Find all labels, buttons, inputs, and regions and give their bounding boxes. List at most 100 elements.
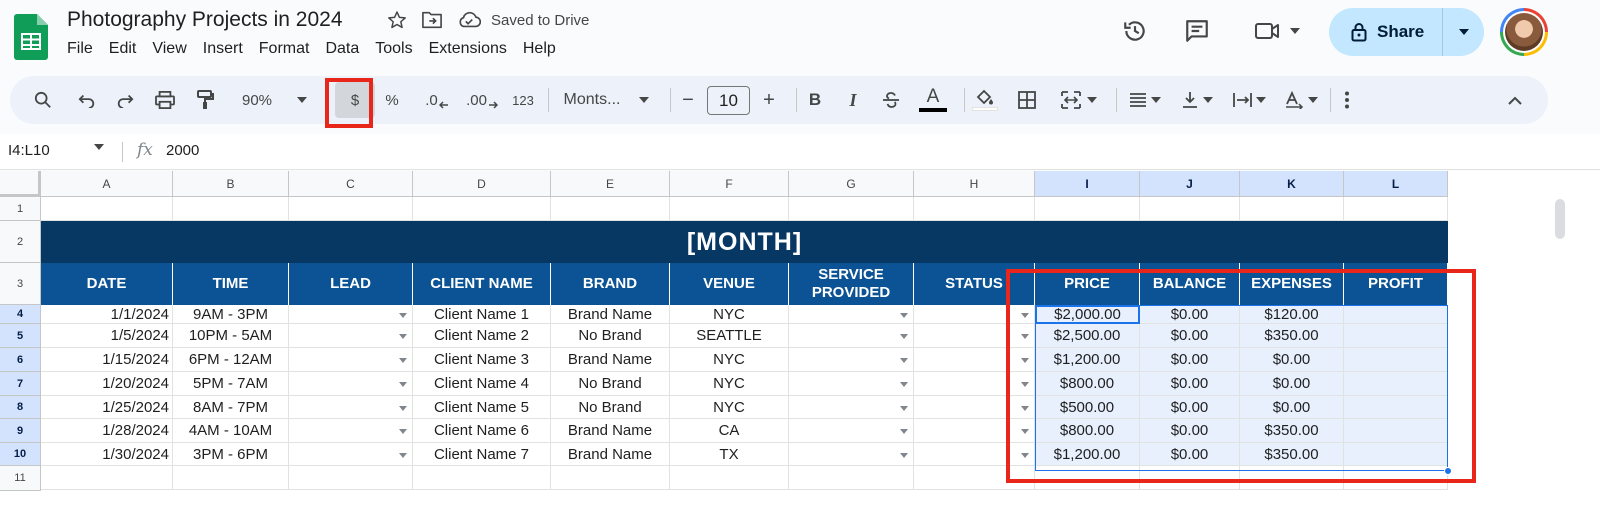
- data-cell[interactable]: 1/5/2024: [41, 324, 173, 348]
- dropdown-chevron-icon[interactable]: [900, 334, 908, 339]
- data-cell[interactable]: Client Name 4: [413, 372, 551, 396]
- data-cell[interactable]: [289, 305, 413, 324]
- data-cell[interactable]: 1/28/2024: [41, 419, 173, 443]
- data-cell[interactable]: $0.00: [1240, 396, 1344, 419]
- data-cell[interactable]: Client Name 7: [413, 443, 551, 466]
- data-cell[interactable]: $0.00: [1140, 348, 1240, 372]
- share-dropdown-icon[interactable]: [1443, 29, 1484, 35]
- data-cell[interactable]: $0.00: [1240, 348, 1344, 372]
- data-cell[interactable]: $500.00: [1035, 396, 1140, 419]
- star-icon[interactable]: [387, 10, 407, 30]
- table-header-cell[interactable]: TIME: [173, 263, 289, 305]
- data-cell[interactable]: [1344, 372, 1448, 396]
- row-header-1[interactable]: 1: [0, 197, 41, 221]
- font-size-input[interactable]: 10: [707, 86, 750, 115]
- data-cell[interactable]: [289, 396, 413, 419]
- menu-insert[interactable]: Insert: [195, 40, 251, 58]
- menu-format[interactable]: Format: [251, 40, 318, 58]
- table-header-cell[interactable]: LEAD: [289, 263, 413, 305]
- column-header-c[interactable]: C: [289, 171, 413, 197]
- data-cell[interactable]: Client Name 3: [413, 348, 551, 372]
- table-header-cell[interactable]: EXPENSES: [1240, 263, 1344, 305]
- menu-data[interactable]: Data: [317, 40, 367, 58]
- data-cell[interactable]: NYC: [670, 348, 789, 372]
- row-header-2[interactable]: 2: [0, 221, 41, 263]
- data-cell[interactable]: [914, 419, 1035, 443]
- dropdown-chevron-icon[interactable]: [900, 312, 908, 318]
- data-cell[interactable]: Brand Name: [551, 305, 670, 324]
- empty-cell[interactable]: [173, 466, 289, 490]
- data-cell[interactable]: 1/1/2024: [41, 305, 173, 324]
- data-cell[interactable]: $0.00: [1240, 372, 1344, 396]
- fill-handle[interactable]: [1444, 467, 1452, 475]
- data-cell[interactable]: $350.00: [1240, 419, 1344, 443]
- table-header-cell[interactable]: STATUS: [914, 263, 1035, 305]
- data-cell[interactable]: $0.00: [1140, 324, 1240, 348]
- data-cell[interactable]: $800.00: [1035, 419, 1140, 443]
- dropdown-chevron-icon[interactable]: [399, 334, 407, 339]
- data-cell[interactable]: 8AM - 7PM: [173, 396, 289, 419]
- empty-cell[interactable]: [1344, 466, 1448, 490]
- column-header-g[interactable]: G: [789, 171, 914, 197]
- data-cell[interactable]: Brand Name: [551, 419, 670, 443]
- data-cell[interactable]: 1/20/2024: [41, 372, 173, 396]
- data-cell[interactable]: [789, 324, 914, 348]
- data-cell[interactable]: [914, 305, 1035, 324]
- spreadsheet-grid[interactable]: A B C D E F G H I J K L 1 2 3 4 5 6 7 8 9 10 11 DATE TIME LEAD CLI…: [0, 171, 1600, 506]
- column-header-j[interactable]: J: [1140, 171, 1240, 197]
- font-dropdown-icon[interactable]: [636, 76, 652, 124]
- empty-cell[interactable]: [914, 466, 1035, 490]
- column-header-k[interactable]: K: [1240, 171, 1344, 197]
- formula-input[interactable]: 2000: [166, 142, 199, 159]
- name-box[interactable]: I4:L10: [8, 142, 50, 159]
- data-cell[interactable]: Client Name 5: [413, 396, 551, 419]
- text-color-button[interactable]: A: [918, 76, 948, 124]
- data-cell[interactable]: [789, 348, 914, 372]
- column-header-d[interactable]: D: [413, 171, 551, 197]
- name-box-dropdown-icon[interactable]: [94, 144, 104, 150]
- decrease-decimal-button[interactable]: .0: [420, 76, 454, 124]
- data-cell[interactable]: [914, 324, 1035, 348]
- dropdown-chevron-icon[interactable]: [399, 382, 407, 387]
- data-cell[interactable]: CA: [670, 419, 789, 443]
- empty-cell[interactable]: [289, 197, 413, 221]
- empty-cell[interactable]: [1344, 197, 1448, 221]
- select-all-corner[interactable]: [0, 171, 41, 197]
- dropdown-chevron-icon[interactable]: [1021, 429, 1029, 434]
- row-header-3[interactable]: 3: [0, 263, 41, 305]
- empty-cell[interactable]: [413, 466, 551, 490]
- dropdown-chevron-icon[interactable]: [900, 452, 908, 458]
- data-cell[interactable]: [1344, 348, 1448, 372]
- table-header-cell[interactable]: SERVICE PROVIDED: [789, 263, 914, 305]
- table-header-cell[interactable]: PRICE: [1035, 263, 1140, 305]
- row-header-8[interactable]: 8: [0, 396, 41, 419]
- empty-cell[interactable]: [1240, 466, 1344, 490]
- more-formats-button[interactable]: 123: [506, 76, 540, 124]
- zoom-select[interactable]: 90%: [234, 76, 280, 124]
- horizontal-align-icon[interactable]: [1122, 76, 1168, 124]
- empty-cell[interactable]: [914, 197, 1035, 221]
- data-cell[interactable]: [1344, 324, 1448, 348]
- empty-cell[interactable]: [670, 466, 789, 490]
- data-cell[interactable]: $350.00: [1240, 324, 1344, 348]
- data-cell[interactable]: 1/25/2024: [41, 396, 173, 419]
- column-header-b[interactable]: B: [173, 171, 289, 197]
- table-header-cell[interactable]: VENUE: [670, 263, 789, 305]
- data-cell[interactable]: TX: [670, 443, 789, 466]
- table-header-cell[interactable]: DATE: [41, 263, 173, 305]
- data-cell[interactable]: [289, 372, 413, 396]
- data-cell[interactable]: [914, 348, 1035, 372]
- format-percent-button[interactable]: %: [380, 76, 404, 124]
- column-header-i[interactable]: I: [1035, 171, 1140, 197]
- redo-icon[interactable]: [112, 76, 138, 124]
- data-cell[interactable]: [1344, 305, 1448, 324]
- data-cell[interactable]: [289, 419, 413, 443]
- data-cell[interactable]: [1344, 396, 1448, 419]
- menu-extensions[interactable]: Extensions: [421, 40, 515, 58]
- menu-view[interactable]: View: [144, 40, 194, 58]
- empty-cell[interactable]: [41, 466, 173, 490]
- data-cell[interactable]: SEATTLE: [670, 324, 789, 348]
- data-cell[interactable]: 6PM - 12AM: [173, 348, 289, 372]
- row-header-5[interactable]: 5: [0, 324, 41, 348]
- data-cell[interactable]: [789, 419, 914, 443]
